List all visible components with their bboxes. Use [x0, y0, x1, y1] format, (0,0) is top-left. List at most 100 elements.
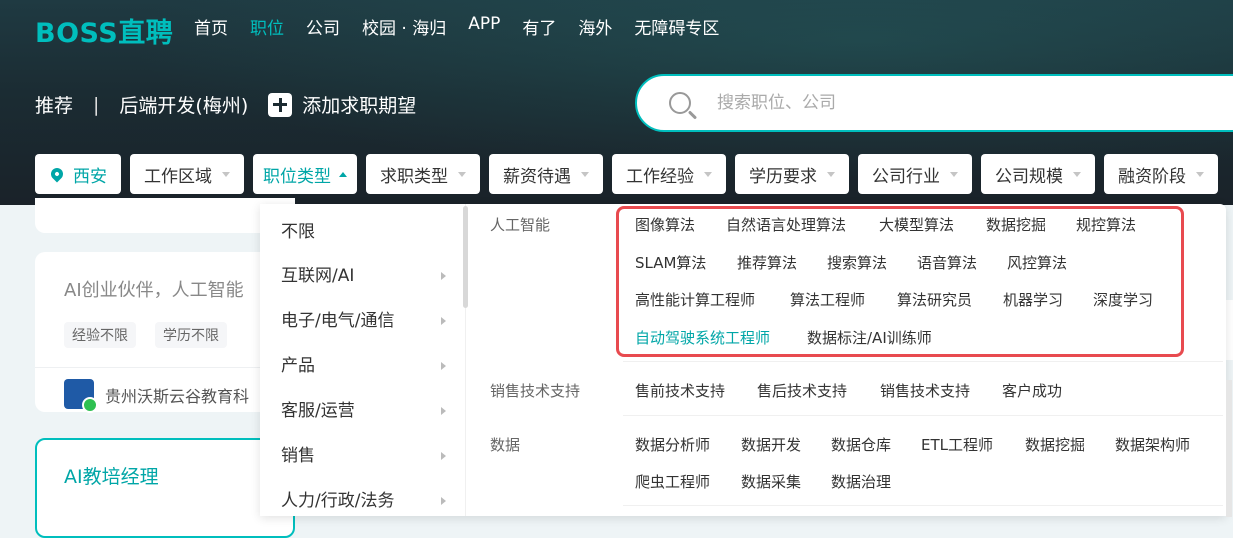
job-type-level2-list: 人工智能 图像算法 自然语言处理算法 大模型算法 数据挖掘 规控算法 SLAM算… [470, 204, 1223, 516]
level1-item-sales[interactable]: 销售 [281, 441, 451, 471]
recommend-tab[interactable]: 推荐 [35, 91, 73, 118]
nav-home[interactable]: 首页 [194, 14, 228, 39]
nav-jobs[interactable]: 职位 [250, 14, 284, 39]
filter-salary[interactable]: 薪资待遇 [489, 154, 603, 194]
position-item[interactable]: 数据分析师 [635, 434, 710, 455]
job-title[interactable]: AI创业伙伴，人工智能 [64, 276, 244, 302]
filter-job-type[interactable]: 职位类型 [253, 154, 357, 194]
position-item[interactable]: 规控算法 [1076, 214, 1136, 235]
chevron-right-icon [441, 452, 446, 460]
chevron-down-icon [222, 171, 230, 177]
position-item[interactable]: 客户成功 [1002, 380, 1062, 401]
position-item[interactable]: 爬虫工程师 [635, 471, 710, 492]
position-item[interactable]: 机器学习 [1003, 289, 1063, 310]
filter-seek-type[interactable]: 求职类型 [366, 154, 480, 194]
position-item[interactable]: 数据挖掘 [986, 214, 1046, 235]
position-item[interactable]: 语音算法 [917, 252, 977, 273]
divider [623, 505, 1223, 506]
job-card[interactable] [35, 198, 295, 233]
position-item[interactable]: 数据标注/AI训练师 [807, 327, 932, 348]
filter-funding[interactable]: 融资阶段 [1104, 154, 1218, 194]
level1-item-any[interactable]: 不限 [281, 217, 451, 247]
plus-icon [268, 92, 293, 117]
chevron-right-icon [441, 272, 446, 280]
filter-label: 公司规模 [995, 166, 1063, 187]
level2-scrollbar[interactable] [1226, 380, 1232, 517]
city-label: 西安 [73, 166, 107, 187]
position-item[interactable]: ETL工程师 [921, 434, 993, 455]
filter-education[interactable]: 学历要求 [735, 154, 849, 194]
level1-item-service-ops[interactable]: 客服/运营 [281, 396, 451, 426]
city-filter[interactable]: 西安 [35, 154, 121, 194]
level1-item-hr-admin-legal[interactable]: 人力/行政/法务 [281, 486, 451, 516]
position-item[interactable]: 数据开发 [741, 434, 801, 455]
position-item[interactable]: 数据挖掘 [1025, 434, 1085, 455]
level1-scrollbar[interactable] [463, 206, 468, 308]
position-item[interactable]: 数据仓库 [831, 434, 891, 455]
filter-label: 学历要求 [749, 166, 817, 187]
level1-item-internet-ai[interactable]: 互联网/AI [281, 261, 451, 291]
chevron-down-icon [950, 171, 958, 177]
nav-accessibility[interactable]: 无障碍专区 [634, 14, 719, 39]
level1-label: 不限 [281, 222, 315, 242]
position-item[interactable]: 风控算法 [1007, 252, 1067, 273]
position-item[interactable]: 算法工程师 [790, 289, 865, 310]
chevron-down-icon [827, 171, 835, 177]
position-item[interactable]: 算法研究员 [897, 289, 972, 310]
filter-area[interactable]: 工作区域 [130, 154, 244, 194]
position-item[interactable]: 推荐算法 [737, 252, 797, 273]
filter-experience[interactable]: 工作经验 [612, 154, 726, 194]
chevron-right-icon [441, 362, 446, 370]
job-title[interactable]: AI教培经理 [64, 462, 159, 489]
position-item[interactable]: 图像算法 [635, 214, 695, 235]
search-box[interactable] [635, 74, 1233, 132]
filter-label: 融资阶段 [1118, 166, 1186, 187]
position-item[interactable]: 售后技术支持 [757, 380, 847, 401]
position-item[interactable]: 数据治理 [831, 471, 891, 492]
filter-industry[interactable]: 公司行业 [858, 154, 972, 194]
level1-item-product[interactable]: 产品 [281, 351, 451, 381]
add-expectation-label: 添加求职期望 [302, 95, 417, 117]
job-expectation-bar: 推荐 | 后端开发(梅州) 添加求职期望 [35, 91, 416, 118]
chevron-down-icon [581, 171, 589, 177]
company-name[interactable]: 贵州沃斯云谷教育科 [105, 383, 249, 407]
search-icon[interactable] [669, 92, 691, 114]
add-expectation-button[interactable]: 添加求职期望 [268, 91, 416, 118]
position-item[interactable]: SLAM算法 [635, 252, 706, 273]
filter-label: 求职类型 [380, 166, 448, 187]
nav-youle[interactable]: 有了 [522, 14, 556, 39]
company-logo[interactable] [64, 379, 98, 413]
position-item[interactable]: 售前技术支持 [635, 380, 725, 401]
search-input[interactable] [715, 92, 1169, 114]
position-item[interactable]: 数据架构师 [1115, 434, 1190, 455]
nav-app[interactable]: APP [468, 14, 500, 39]
top-nav: 首页 职位 公司 校园 · 海归 APP 有了 海外 无障碍专区 [194, 14, 741, 39]
position-item[interactable]: 搜索算法 [827, 252, 887, 273]
position-item[interactable]: 销售技术支持 [880, 380, 970, 401]
job-card-selected[interactable]: AI教培经理 [35, 438, 295, 538]
chevron-down-icon [1073, 171, 1081, 177]
level1-label: 人力/行政/法务 [281, 491, 395, 511]
filter-bar: 西安 工作区域 职位类型 求职类型 薪资待遇 工作经验 学历要求 公司行业 公司… [35, 154, 1227, 194]
boss-logo[interactable]: BOSS直聘 [35, 11, 173, 50]
position-item[interactable]: 深度学习 [1093, 289, 1153, 310]
nav-overseas[interactable]: 海外 [578, 14, 612, 39]
nav-company[interactable]: 公司 [306, 14, 340, 39]
right-edge-card [1226, 300, 1233, 360]
expectation-tab-backend[interactable]: 后端开发(梅州) [119, 91, 248, 118]
level1-item-electronics[interactable]: 电子/电气/通信 [281, 306, 451, 336]
chevron-right-icon [441, 407, 446, 415]
separator: | [93, 93, 100, 116]
position-item[interactable]: 大模型算法 [879, 214, 954, 235]
position-item-highlighted[interactable]: 自动驾驶系统工程师 [635, 327, 770, 348]
chevron-up-icon [339, 171, 347, 177]
divider [35, 367, 295, 368]
position-item[interactable]: 自然语言处理算法 [726, 214, 846, 235]
nav-campus[interactable]: 校园 · 海归 [362, 14, 446, 39]
position-item[interactable]: 高性能计算工程师 [635, 289, 755, 310]
chevron-right-icon [441, 497, 446, 505]
job-card[interactable]: AI创业伙伴，人工智能 经验不限 学历不限 贵州沃斯云谷教育科 [35, 252, 295, 413]
level1-label: 销售 [281, 446, 315, 466]
position-item[interactable]: 数据采集 [741, 471, 801, 492]
filter-company-size[interactable]: 公司规模 [981, 154, 1095, 194]
